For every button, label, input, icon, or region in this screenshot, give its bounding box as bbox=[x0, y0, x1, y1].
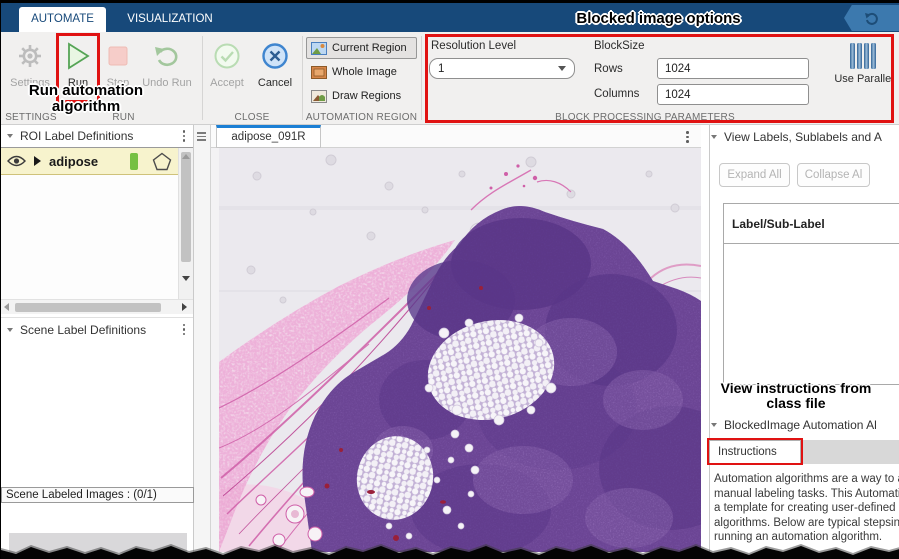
collapse-icon bbox=[711, 135, 717, 139]
panel-divider[interactable] bbox=[709, 125, 710, 559]
overview-thumbnail bbox=[9, 533, 187, 553]
undo-run-icon bbox=[139, 36, 195, 76]
scroll-down-icon[interactable] bbox=[182, 276, 190, 281]
document-tab-bar: adipose_091R bbox=[211, 125, 701, 148]
collapse-icon bbox=[711, 423, 717, 427]
collapse-icon bbox=[7, 328, 13, 332]
callout-view-instructions: View instructions from class file bbox=[701, 381, 891, 410]
undo-run-button[interactable]: Undo Run bbox=[139, 36, 195, 89]
columns-input[interactable] bbox=[657, 84, 809, 105]
ribbon-tab-bar: AUTOMATE VISUALIZATION bbox=[1, 3, 899, 32]
draw-regions-icon bbox=[311, 90, 327, 103]
columns-label: Columns bbox=[594, 88, 639, 100]
whole-image-button[interactable]: Whole Image bbox=[306, 61, 417, 83]
x-circle-icon bbox=[252, 36, 298, 76]
current-region-button[interactable]: Current Region bbox=[306, 37, 417, 59]
tab-visualization[interactable]: VISUALIZATION bbox=[111, 7, 229, 32]
section-label-block-params: BLOCK PROCESSING PARAMETERS bbox=[425, 112, 865, 123]
section-divider bbox=[202, 36, 203, 120]
histology-image bbox=[219, 148, 701, 552]
blocksize-label: BlockSize bbox=[594, 40, 645, 52]
labels-view-panel: View Labels, Sublabels and A Expand All … bbox=[711, 125, 899, 559]
splitter-handle-icon[interactable] bbox=[197, 132, 206, 141]
current-region-icon bbox=[311, 42, 327, 55]
whole-image-icon bbox=[311, 66, 327, 79]
rows-label: Rows bbox=[594, 63, 623, 75]
undo-icon bbox=[864, 10, 880, 26]
roi-label-row-adipose[interactable]: adipose bbox=[1, 148, 179, 175]
section-divider bbox=[421, 36, 422, 120]
table-header-label-sublabel: Label/Sub-Label bbox=[724, 204, 899, 244]
callout-blocked-image-options: Blocked image options bbox=[556, 11, 761, 27]
section-divider bbox=[302, 36, 303, 120]
resolution-level-label: Resolution Level bbox=[431, 40, 516, 52]
image-canvas[interactable] bbox=[211, 148, 701, 552]
horizontal-scrollbar[interactable] bbox=[1, 299, 193, 314]
chevron-down-icon bbox=[558, 66, 566, 71]
parallel-bars-icon bbox=[832, 40, 896, 72]
resolution-level-dropdown[interactable]: 1 bbox=[429, 58, 575, 79]
instructions-text: Automation algorithms are a way to aut m… bbox=[714, 472, 899, 545]
scroll-left-icon[interactable] bbox=[4, 303, 9, 311]
label-color-swatch[interactable] bbox=[130, 153, 138, 170]
blockedimage-algorithm-header[interactable]: BlockedImage Automation Al bbox=[711, 418, 899, 432]
scroll-up-icon[interactable] bbox=[182, 154, 190, 159]
play-icon bbox=[56, 36, 100, 76]
instructions-tab-bar: Instructions bbox=[709, 440, 899, 464]
accept-button[interactable]: Accept bbox=[204, 36, 250, 89]
document-tab-adipose[interactable]: adipose_091R bbox=[216, 125, 321, 148]
draw-regions-button[interactable]: Draw Regions bbox=[306, 85, 417, 107]
section-label-automation-region: AUTOMATION REGION bbox=[302, 112, 421, 123]
polygon-shape-icon bbox=[152, 152, 172, 171]
app-window: AUTOMATE VISUALIZATION bbox=[0, 0, 899, 559]
expand-all-button[interactable]: Expand All bbox=[719, 163, 790, 187]
scrollbar-thumb[interactable] bbox=[15, 303, 161, 312]
expander-icon[interactable] bbox=[34, 156, 41, 166]
tab-automate[interactable]: AUTOMATE bbox=[19, 7, 106, 32]
tab-instructions[interactable]: Instructions bbox=[709, 440, 801, 464]
scene-labeled-images-counter: Scene Labeled Images : (0/1) bbox=[1, 487, 194, 503]
stop-icon bbox=[98, 36, 138, 76]
view-labels-header[interactable]: View Labels, Sublabels and A bbox=[711, 130, 899, 144]
scroll-right-icon[interactable] bbox=[182, 303, 187, 311]
collapse-icon bbox=[7, 134, 13, 138]
eye-icon[interactable] bbox=[7, 155, 26, 167]
cancel-button[interactable]: Cancel bbox=[252, 36, 298, 89]
kebab-menu-icon[interactable] bbox=[684, 129, 691, 145]
gear-icon bbox=[6, 36, 54, 76]
callout-run-automation: Run automation algorithm bbox=[11, 83, 161, 115]
collapse-all-button[interactable]: Collapse Al bbox=[797, 163, 870, 187]
rows-input[interactable] bbox=[657, 58, 809, 79]
label-sublabel-table: Label/Sub-Label bbox=[723, 203, 899, 385]
check-circle-icon bbox=[204, 36, 250, 76]
scene-label-definitions-header[interactable]: Scene Label Definitions bbox=[1, 317, 193, 341]
roi-label-definitions-header[interactable]: ROI Label Definitions bbox=[1, 125, 193, 147]
vertical-scrollbar[interactable] bbox=[178, 148, 193, 300]
kebab-menu-icon[interactable] bbox=[181, 322, 188, 338]
panel-splitter-strip[interactable] bbox=[194, 125, 211, 559]
use-parallel-button[interactable]: Use Parallel bbox=[832, 40, 896, 85]
kebab-menu-icon[interactable] bbox=[181, 128, 188, 144]
quick-access-corner[interactable] bbox=[844, 5, 899, 31]
scrollbar-thumb[interactable] bbox=[181, 152, 191, 262]
section-label-close: CLOSE bbox=[202, 112, 302, 123]
roi-label-list: adipose bbox=[1, 147, 193, 299]
label-definitions-panel: ROI Label Definitions adipose bbox=[1, 125, 194, 559]
